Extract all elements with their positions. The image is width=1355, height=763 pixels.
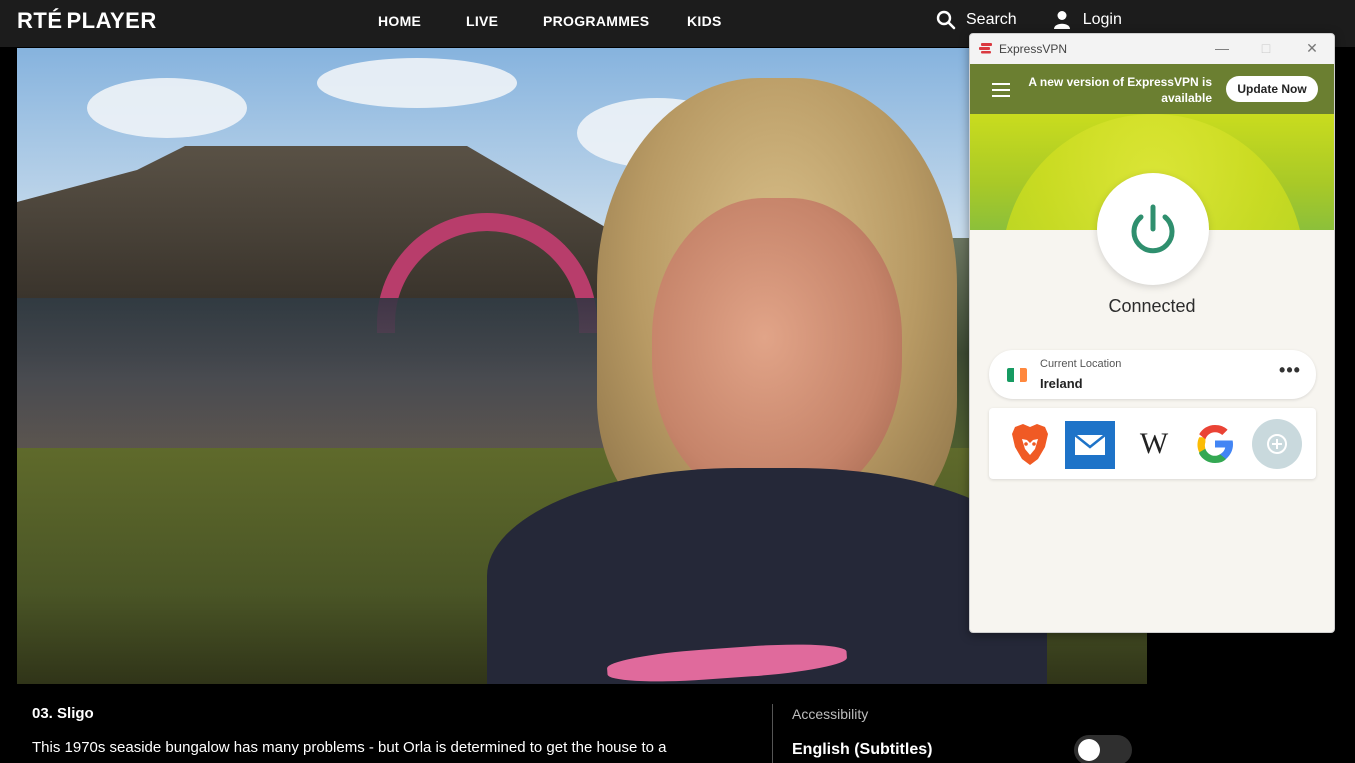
video-frame-cloud (317, 58, 517, 108)
episode-description: This 1970s seaside bungalow has many pro… (32, 739, 667, 756)
nav-home-link[interactable]: HOME (378, 13, 421, 29)
nav-actions: Search Login (936, 10, 1122, 30)
add-shortcut-icon[interactable] (1252, 419, 1302, 469)
maximize-button[interactable]: □ (1254, 38, 1278, 58)
location-selector[interactable]: Current Location Ireland ••• (989, 350, 1316, 399)
login-button[interactable]: Login (1053, 10, 1122, 30)
login-label: Login (1082, 11, 1122, 28)
update-now-button[interactable]: Update Now (1226, 76, 1318, 102)
window-title: ExpressVPN (999, 42, 1068, 56)
update-banner: A new version of ExpressVPN is available… (970, 64, 1334, 114)
location-label: Current Location (1040, 358, 1122, 370)
ireland-flag-icon (1007, 368, 1027, 382)
search-label: Search (966, 11, 1017, 28)
info-divider (772, 704, 773, 763)
close-button[interactable]: ✕ (1300, 38, 1324, 58)
user-icon (1053, 11, 1070, 29)
power-button[interactable] (1097, 173, 1209, 285)
google-icon[interactable] (1190, 419, 1240, 469)
accessibility-heading: Accessibility (792, 706, 869, 722)
search-button[interactable]: Search (936, 10, 1017, 30)
subtitles-label: English (Subtitles) (792, 741, 933, 758)
rte-player-logo[interactable]: RTÉ PLAYER (17, 8, 157, 34)
logo-prefix: RTÉ (17, 8, 63, 33)
minimize-button[interactable]: — (1210, 38, 1234, 58)
more-options-icon[interactable]: ••• (1279, 361, 1301, 384)
power-icon (1131, 204, 1175, 254)
video-frame-cloud (87, 78, 247, 138)
app-shortcuts: W (989, 408, 1316, 479)
logo-suffix: PLAYER (66, 8, 157, 33)
menu-icon[interactable] (992, 83, 1010, 97)
video-frame-person-face (652, 198, 902, 508)
nav-programmes-link[interactable]: PROGRAMMES (543, 13, 649, 29)
wikipedia-icon[interactable]: W (1129, 419, 1179, 469)
location-value: Ireland (1040, 376, 1083, 391)
connection-status: Connected (1108, 296, 1196, 316)
nav-live-link[interactable]: LIVE (466, 13, 498, 29)
subtitles-toggle[interactable] (1074, 735, 1132, 763)
expressvpn-window: ExpressVPN — □ ✕ A new version of Expres… (969, 33, 1335, 633)
toggle-knob (1078, 739, 1100, 761)
brave-icon[interactable] (1005, 419, 1055, 469)
nav-kids-link[interactable]: KIDS (687, 13, 722, 29)
expressvpn-app-icon (979, 43, 992, 54)
window-titlebar[interactable]: ExpressVPN — □ ✕ (970, 34, 1334, 64)
update-message: A new version of ExpressVPN is available (1028, 75, 1212, 105)
mail-icon[interactable] (1065, 421, 1115, 469)
episode-title: 03. Sligo (32, 705, 94, 722)
search-icon (936, 10, 956, 30)
